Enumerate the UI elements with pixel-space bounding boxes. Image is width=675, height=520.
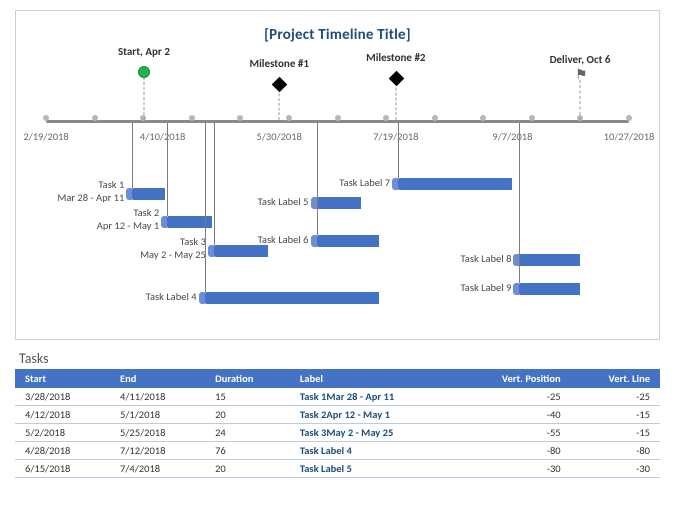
cell-duration: 24 [205, 424, 290, 442]
cell-end: 5/1/2018 [110, 406, 205, 424]
table-header-row: Start End Duration Label Vert. Position … [15, 369, 660, 388]
th-label: Label [290, 369, 456, 388]
chart-plot-area: 2/19/20184/10/20185/30/20187/19/20189/7/… [46, 46, 629, 329]
cell-label: Task 2Apr 12 - May 1 [290, 406, 456, 424]
table-row: 4/12/20185/1/201820Task 2Apr 12 - May 1-… [15, 406, 660, 424]
task-bar [317, 197, 361, 209]
cell-end: 4/11/2018 [110, 388, 205, 406]
task-bar [398, 178, 512, 190]
task-bar [205, 292, 380, 304]
th-end: End [110, 369, 205, 388]
th-vline: Vert. Line [571, 369, 660, 388]
axis-tick-label: 9/7/2018 [492, 130, 532, 143]
cell-start: 4/12/2018 [15, 406, 110, 424]
task-bar [519, 254, 580, 266]
axis-tick-label: 2/19/2018 [23, 130, 68, 143]
cell-vline: -30 [571, 460, 660, 478]
cell-label: Task 1Mar 28 - Apr 11 [290, 388, 456, 406]
cell-label: Task Label 5 [290, 460, 456, 478]
cell-vline: -25 [571, 388, 660, 406]
cell-vpos: -80 [456, 442, 571, 460]
cell-vpos: -25 [456, 388, 571, 406]
cell-start: 5/2/2018 [15, 424, 110, 442]
cell-start: 6/15/2018 [15, 460, 110, 478]
task-label: Task Label 8 [46, 252, 511, 265]
diamond-icon [389, 71, 405, 87]
cell-duration: 76 [205, 442, 290, 460]
milestone-label: Start, Apr 2 [118, 45, 170, 58]
cell-duration: 20 [205, 460, 290, 478]
cell-start: 4/28/2018 [15, 442, 110, 460]
task-drop-line [398, 123, 399, 178]
cell-vpos: -55 [456, 424, 571, 442]
task-label: Task Label 7 [46, 176, 390, 189]
cell-vline: -80 [571, 442, 660, 460]
start-icon [138, 66, 150, 78]
cell-end: 5/25/2018 [110, 424, 205, 442]
cell-duration: 20 [205, 406, 290, 424]
table-row: 5/2/20185/25/201824Task 3May 2 - May 25-… [15, 424, 660, 442]
task-label: Task Label 5 [46, 195, 309, 208]
th-vpos: Vert. Position [456, 369, 571, 388]
cell-label: Task 3May 2 - May 25 [290, 424, 456, 442]
diamond-icon [272, 77, 288, 93]
tasks-table: Start End Duration Label Vert. Position … [15, 369, 660, 478]
task-bar [317, 235, 380, 247]
th-duration: Duration [205, 369, 290, 388]
table-row: 6/15/20187/4/201820Task Label 5-30-30 [15, 460, 660, 478]
milestone-label: Milestone #1 [249, 57, 308, 70]
task-label: Task Label 6 [46, 233, 309, 246]
milestone-label: Milestone #2 [366, 51, 425, 64]
tasks-section-title: Tasks [19, 350, 660, 367]
axis-tick-label: 7/19/2018 [373, 130, 418, 143]
cell-end: 7/4/2018 [110, 460, 205, 478]
cell-vline: -15 [571, 424, 660, 442]
task-bar [519, 283, 580, 295]
flag-icon: ⚑ [575, 68, 588, 82]
axis-tick-label: 10/27/2018 [604, 130, 655, 143]
axis-tick-label: 4/10/2018 [140, 130, 185, 143]
cell-vpos: -40 [456, 406, 571, 424]
cell-vline: -15 [571, 406, 660, 424]
task-drop-line [519, 123, 520, 283]
table-row: 3/28/20184/11/201815Task 1Mar 28 - Apr 1… [15, 388, 660, 406]
th-start: Start [15, 369, 110, 388]
cell-end: 7/12/2018 [110, 442, 205, 460]
cell-label: Task Label 4 [290, 442, 456, 460]
cell-duration: 15 [205, 388, 290, 406]
milestone-label: Deliver, Oct 6 [550, 53, 611, 66]
chart-title: [Project Timeline Title] [36, 26, 639, 44]
timeline-chart: [Project Timeline Title] 2/19/2018 4/10/2… [15, 10, 660, 340]
cell-start: 3/28/2018 [15, 388, 110, 406]
task-label: Task Label 9 [46, 281, 511, 294]
table-row: 4/28/20187/12/201876Task Label 4-80-80 [15, 442, 660, 460]
axis-tick-label: 5/30/2018 [257, 130, 302, 143]
cell-vpos: -30 [456, 460, 571, 478]
task-label: Task 2Apr 12 - May 1 [46, 206, 159, 232]
